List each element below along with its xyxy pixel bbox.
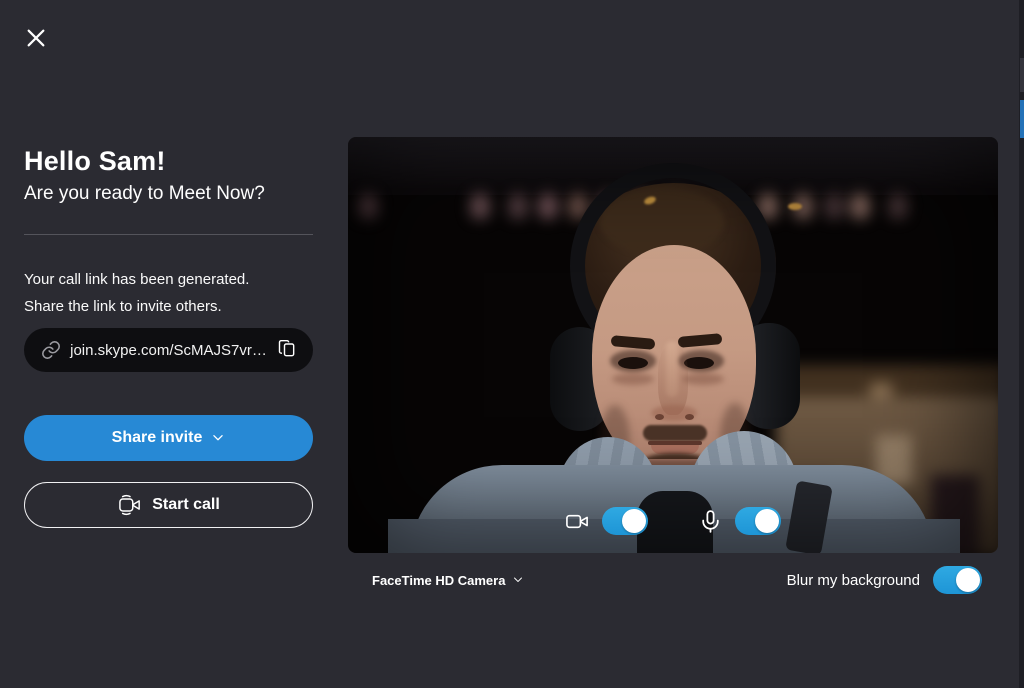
camera-preview — [348, 137, 998, 553]
video-camera-icon — [119, 494, 141, 516]
meet-now-screen: Hello Sam! Are you ready to Meet Now? Yo… — [0, 0, 1024, 688]
blur-background-toggle[interactable] — [933, 566, 982, 594]
chevron-down-icon — [213, 435, 224, 441]
divider — [24, 234, 313, 235]
blur-background-row: Blur my background — [787, 566, 982, 594]
info-line-2: Share the link to invite others. — [24, 298, 222, 315]
call-link-text: join.skype.com/ScMAJS7vr… — [70, 341, 267, 359]
start-call-button[interactable]: Start call — [24, 482, 313, 528]
share-invite-button[interactable]: Share invite — [24, 415, 313, 461]
camera-icon — [566, 514, 588, 528]
chain-link-icon — [42, 341, 60, 359]
page-subtitle: Are you ready to Meet Now? — [24, 183, 265, 204]
copy-icon — [278, 339, 295, 356]
camera-device-select[interactable]: FaceTime HD Camera — [372, 569, 524, 591]
toggle-knob — [622, 509, 646, 533]
mic-toggle[interactable] — [735, 507, 781, 535]
share-invite-label: Share invite — [111, 429, 203, 446]
vignette — [348, 137, 998, 553]
info-text: Your call link has been generated. Share… — [24, 266, 249, 320]
close-icon — [27, 29, 45, 47]
page-title: Hello Sam! — [24, 146, 166, 176]
preview-controls — [348, 507, 998, 535]
start-call-label: Start call — [152, 496, 220, 513]
close-button[interactable] — [22, 25, 50, 53]
call-link-pill: join.skype.com/ScMAJS7vr… — [24, 328, 313, 372]
microphone-icon — [702, 509, 719, 533]
toggle-knob — [956, 568, 980, 592]
copy-link-button[interactable] — [275, 338, 299, 362]
camera-device-label: FaceTime HD Camera — [372, 572, 506, 588]
info-line-1: Your call link has been generated. — [24, 271, 250, 288]
chevron-down-icon — [514, 577, 523, 582]
camera-toggle[interactable] — [602, 507, 648, 535]
window-edge-artifact — [1019, 0, 1024, 688]
blur-background-label: Blur my background — [786, 571, 920, 589]
toggle-knob — [755, 509, 779, 533]
